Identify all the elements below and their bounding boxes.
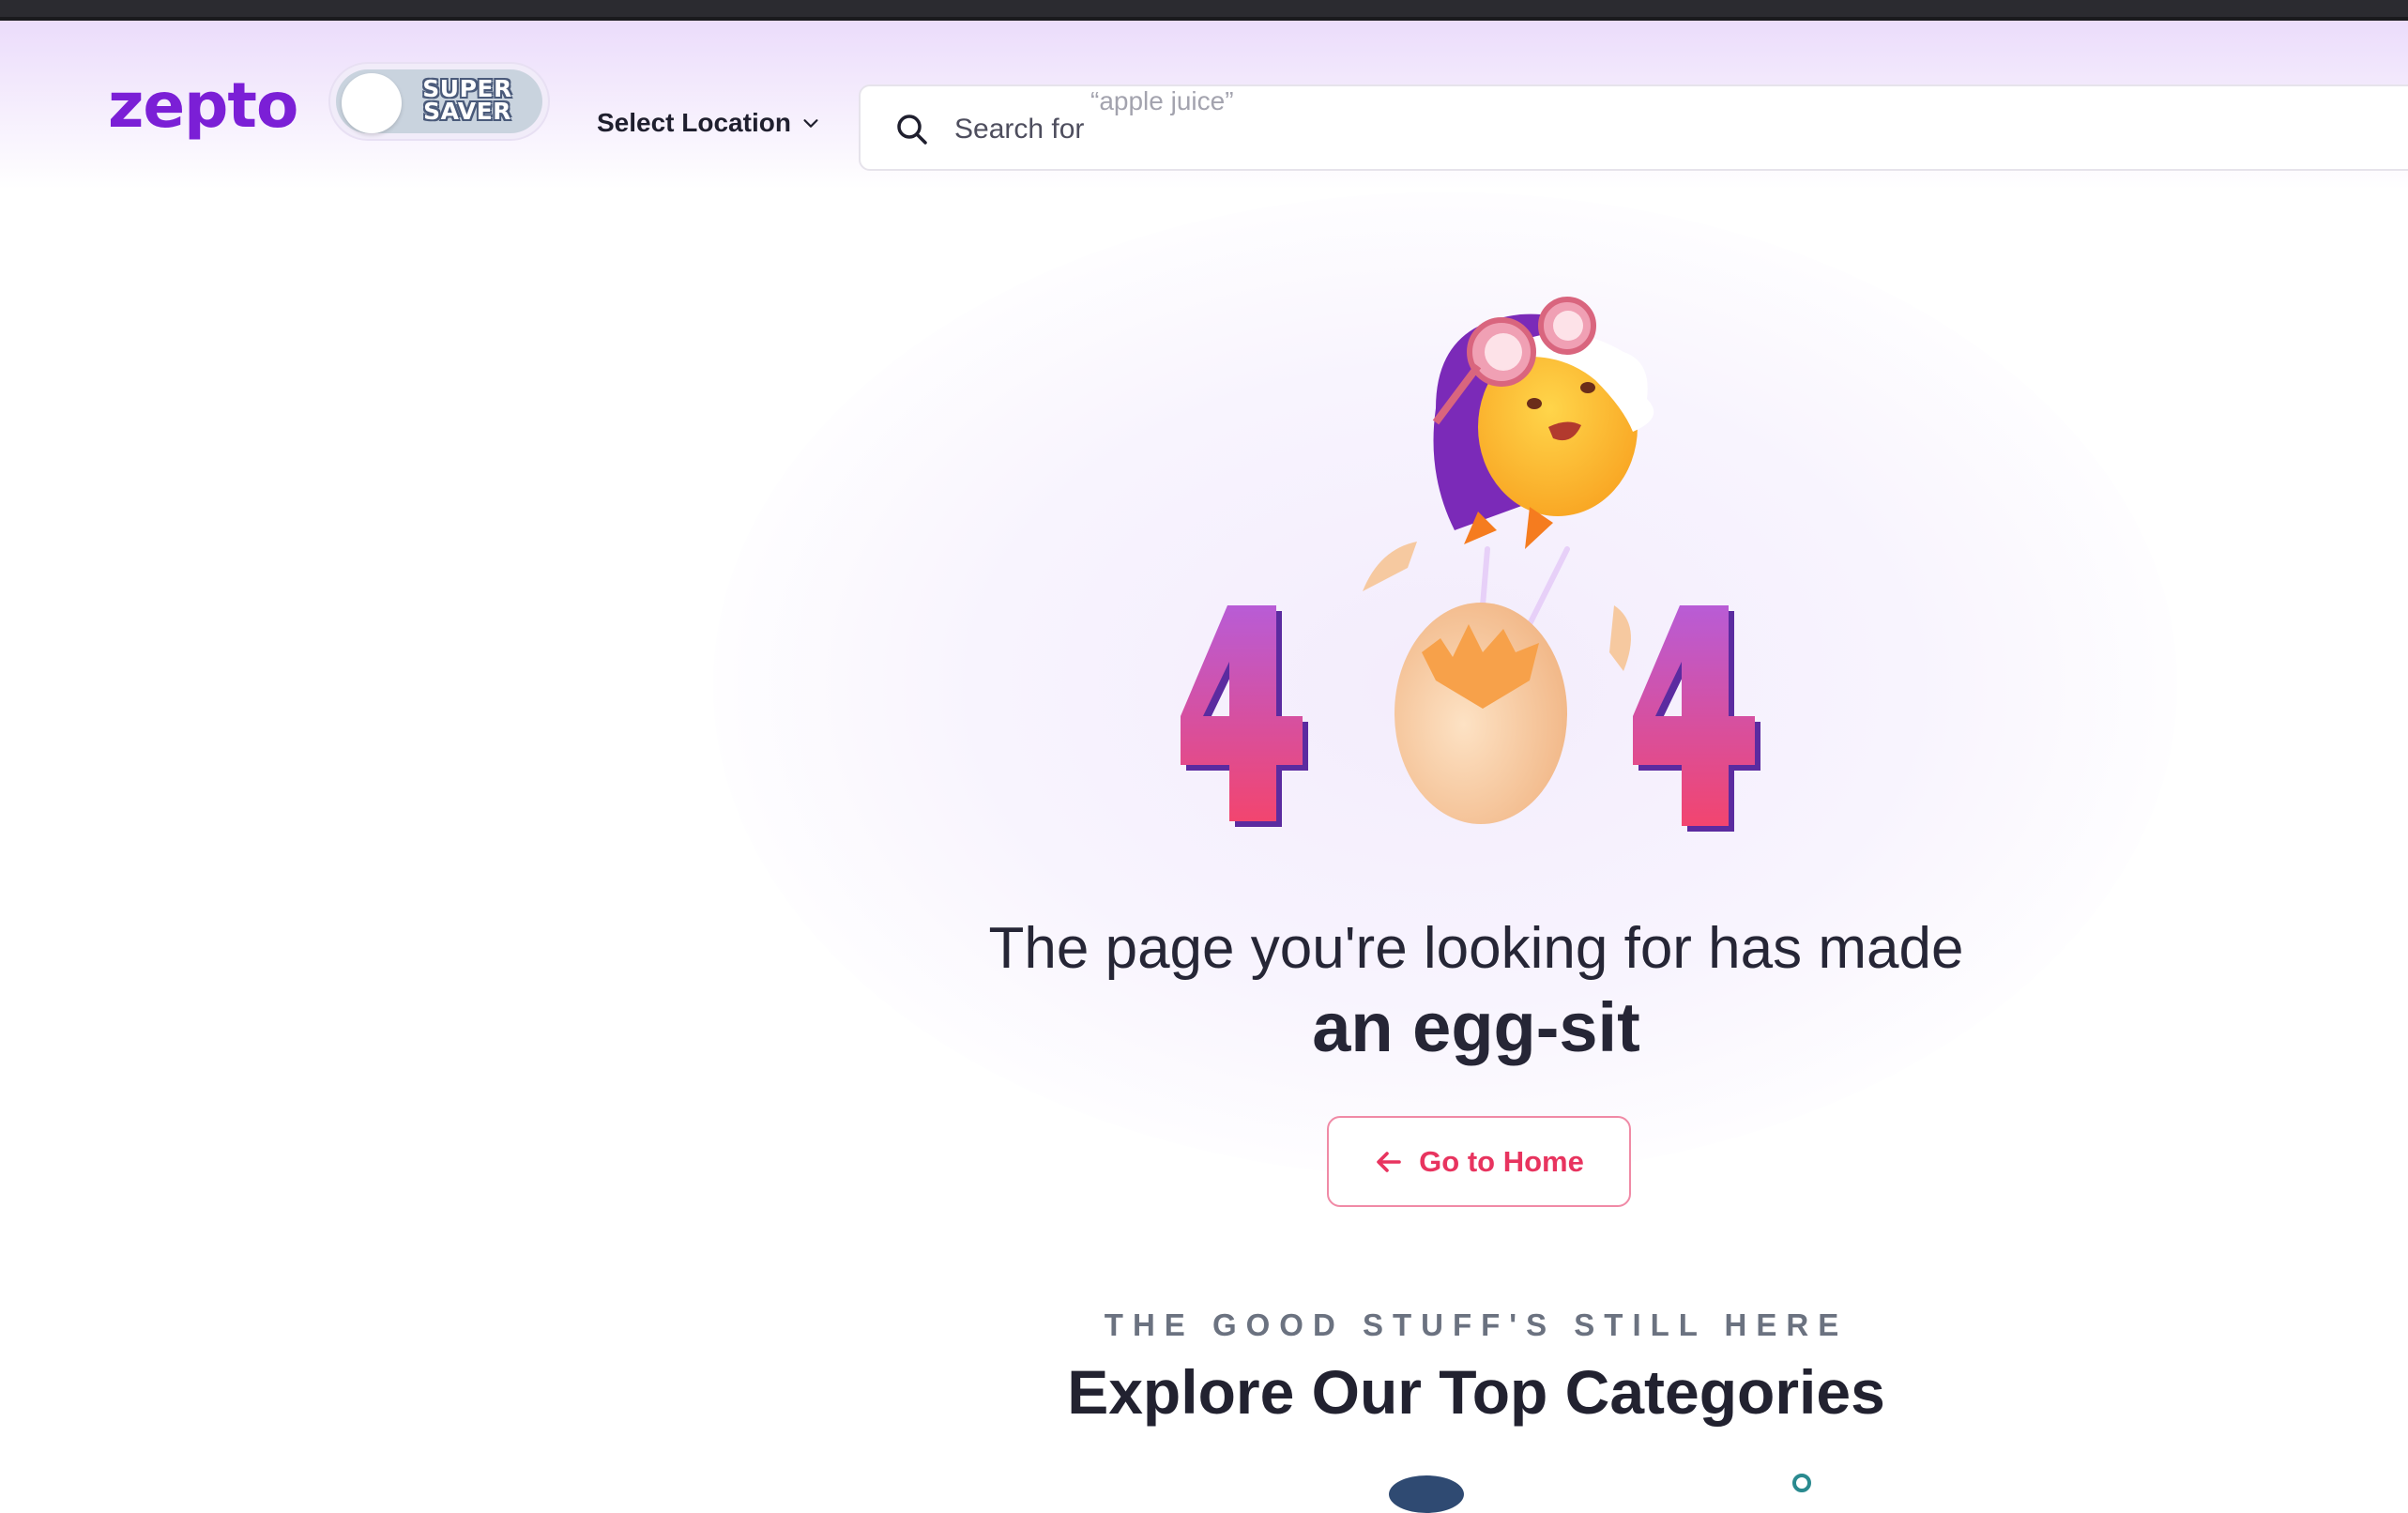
cracked-egg xyxy=(1363,542,1631,824)
super-saver-label: SUPER SAVER xyxy=(420,77,514,125)
go-to-home-button[interactable]: Go to Home xyxy=(1327,1116,1631,1207)
chick-pilot xyxy=(1432,297,1654,549)
select-location-dropdown[interactable]: Select Location xyxy=(597,108,821,138)
digit-four-left xyxy=(1181,605,1308,827)
zepto-logo[interactable]: zepto xyxy=(108,69,298,142)
digit-four-right xyxy=(1633,605,1760,832)
super-saver-line2: SAVER xyxy=(423,98,511,125)
search-icon xyxy=(897,115,927,145)
category-thumbnail-partial[interactable] xyxy=(1792,1474,1811,1492)
go-to-home-label: Go to Home xyxy=(1419,1144,1584,1178)
category-thumbnail-partial[interactable] xyxy=(1389,1475,1464,1513)
site-header: zepto SUPER SAVER Select Location Search… xyxy=(0,21,2408,190)
egg-404-illustration xyxy=(1181,297,1760,832)
error-headline: The page you're looking for has made xyxy=(988,916,1964,981)
search-rotating-hint: “apple juice” xyxy=(1090,86,1234,115)
arrow-left-icon xyxy=(1377,1151,1401,1172)
categories-eyebrow: THE GOOD STUFF'S STILL HERE xyxy=(1104,1307,1849,1342)
toggle-track: SUPER SAVER xyxy=(336,69,542,133)
browser-top-bar xyxy=(0,0,2408,21)
error-headline-emphasis: an egg-sit xyxy=(1312,988,1640,1066)
location-label: Select Location xyxy=(597,108,791,137)
toggle-knob xyxy=(342,73,402,133)
chevron-down-icon xyxy=(803,119,818,128)
search-placeholder: Search for xyxy=(954,114,1085,145)
search-bar[interactable]: Search for “apple juice” xyxy=(859,84,2408,171)
super-saver-toggle[interactable]: SUPER SAVER xyxy=(328,62,550,141)
categories-title: Explore Our Top Categories xyxy=(1067,1357,1885,1427)
